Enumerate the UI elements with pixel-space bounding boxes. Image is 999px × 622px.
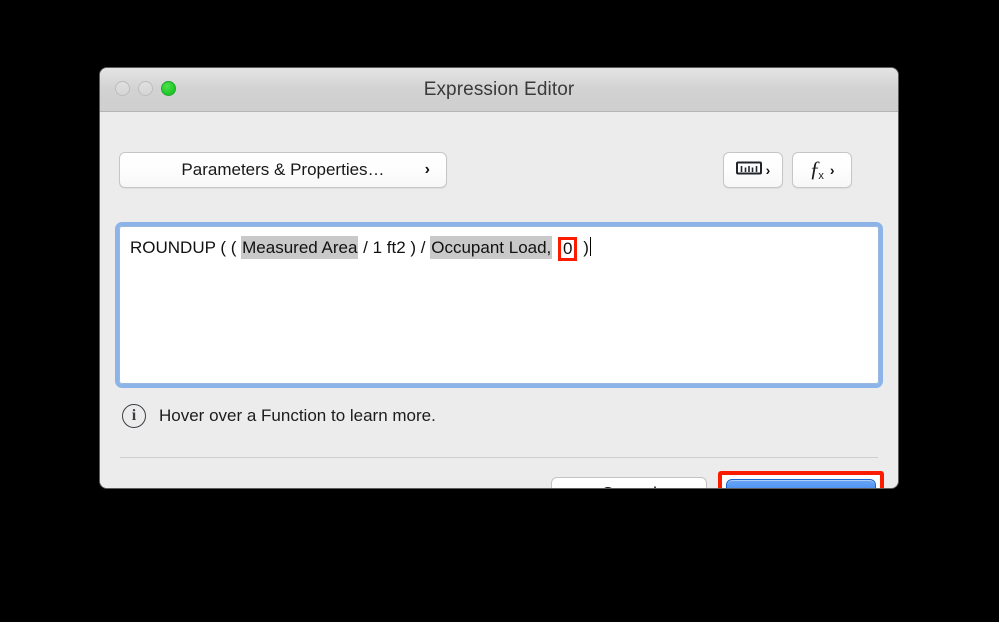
expression-input-focus-ring: ROUNDUP ( ( Measured Area / 1 ft2 ) / Oc… — [115, 222, 883, 388]
toolbar: Parameters & Properties… › › ƒx › — [100, 112, 898, 188]
fx-icon: ƒx — [809, 156, 824, 182]
parameters-button-label: Parameters & Properties… — [181, 160, 385, 179]
functions-menu-button[interactable]: ƒx › — [792, 152, 852, 188]
hint-row: i Hover over a Function to learn more. — [122, 404, 436, 428]
expression-segment-text — [552, 238, 557, 257]
expression-segment-text: / 1 ft2 ) / — [358, 238, 431, 257]
chevron-right-icon: › — [829, 162, 835, 178]
chevron-right-icon: › — [765, 162, 771, 178]
cancel-button[interactable]: Cancel — [551, 477, 707, 488]
parameter-token-measured-area[interactable]: Measured Area — [241, 236, 359, 259]
ok-button-highlight: OK — [718, 471, 884, 488]
expression-segment-text: ) — [578, 238, 589, 257]
highlighted-digit-zero[interactable]: 0 — [558, 237, 578, 261]
text-caret — [589, 237, 591, 256]
expression-input[interactable]: ROUNDUP ( ( Measured Area / 1 ft2 ) / Oc… — [119, 226, 879, 384]
parameter-token-occupant-load[interactable]: Occupant Load, — [430, 236, 553, 259]
window-title: Expression Editor — [423, 79, 575, 100]
chevron-right-icon: › — [424, 161, 430, 178]
ok-button[interactable]: OK — [726, 479, 876, 488]
parameters-and-properties-button[interactable]: Parameters & Properties… › — [119, 152, 447, 188]
expression-editor-window: Expression Editor Parameters & Propertie… — [100, 68, 898, 488]
ruler-icon — [735, 161, 762, 180]
expression-segment-text: ROUNDUP ( ( — [130, 238, 242, 257]
dialog-content: Parameters & Properties… › › ƒx › ROUNDU… — [100, 112, 898, 488]
info-circle-icon: i — [122, 404, 146, 428]
hint-text: Hover over a Function to learn more. — [159, 406, 436, 425]
window-titlebar: Expression Editor — [100, 68, 898, 112]
footer-divider — [120, 457, 878, 458]
units-menu-button[interactable]: › — [723, 152, 783, 188]
